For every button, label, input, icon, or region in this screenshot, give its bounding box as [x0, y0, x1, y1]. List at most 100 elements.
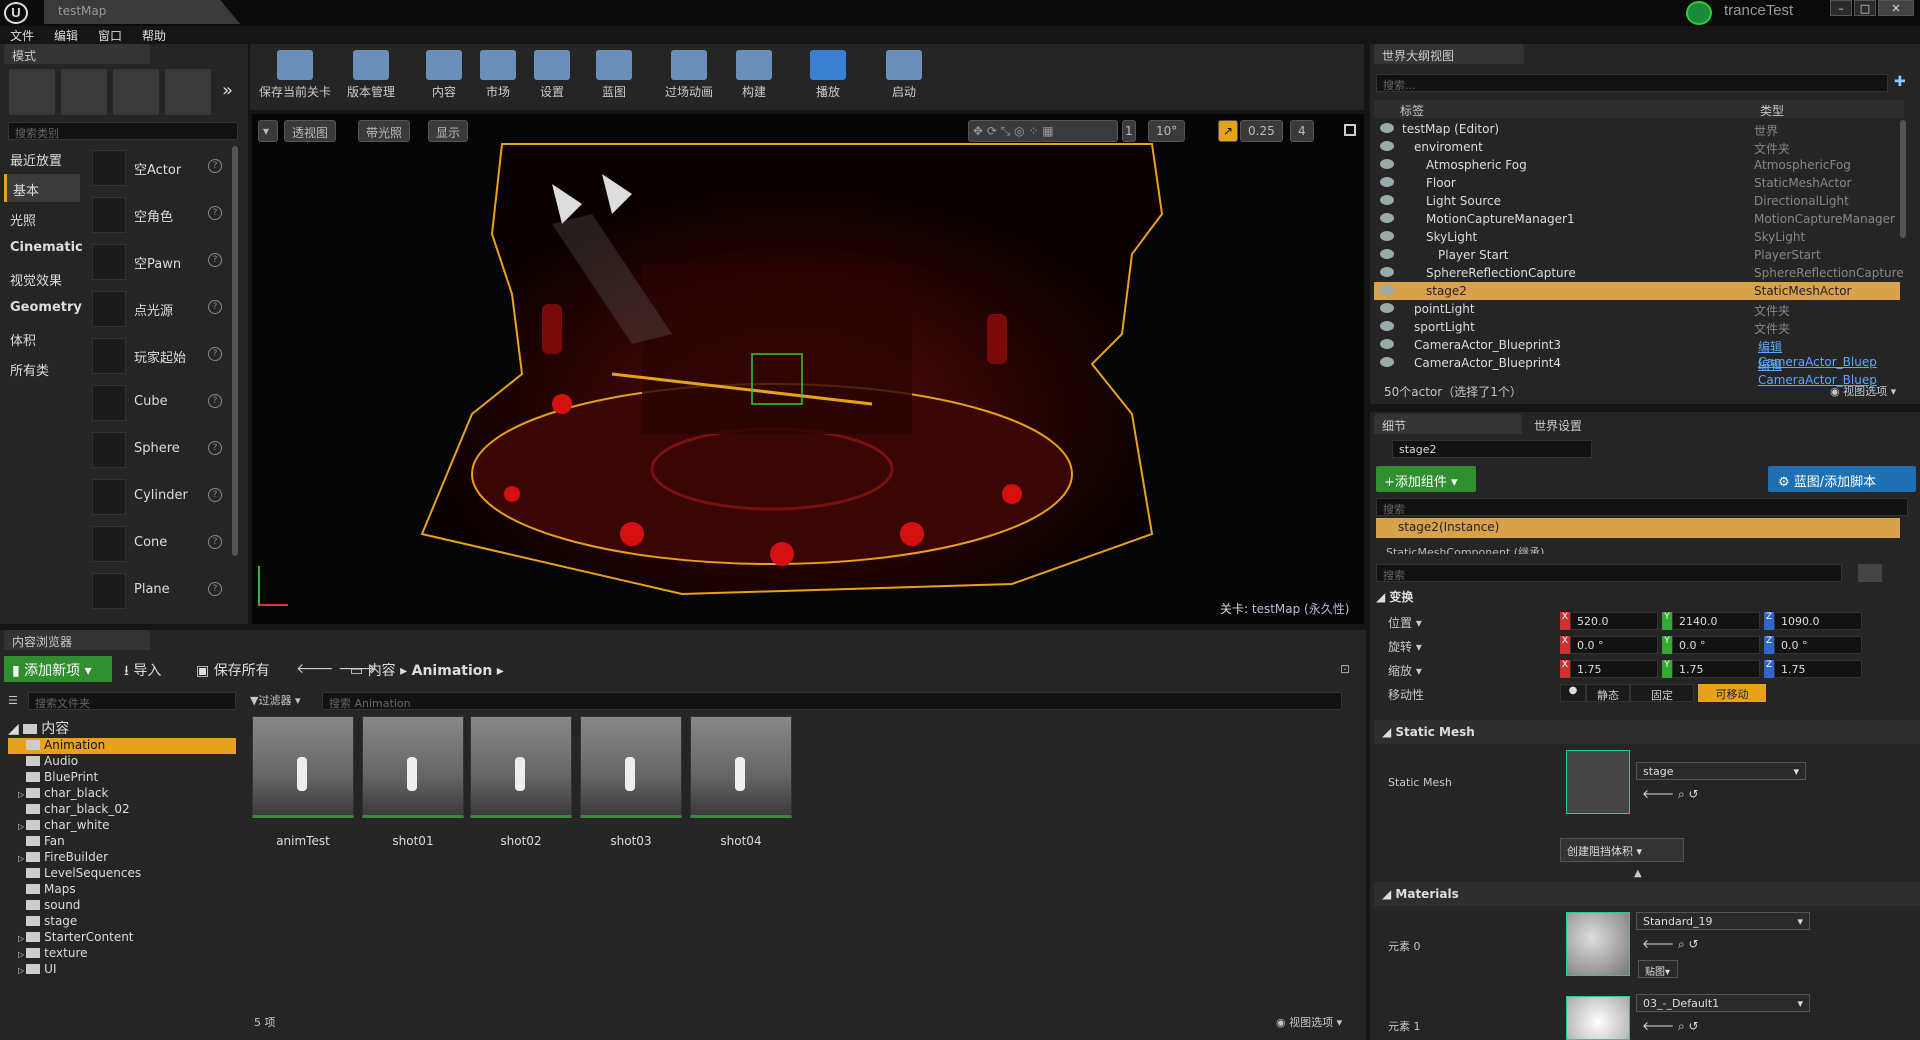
- scale-snap-icon[interactable]: ↗: [1218, 120, 1238, 142]
- world-settings-tab[interactable]: 世界设置: [1526, 414, 1676, 434]
- visibility-eye-icon[interactable]: [1380, 231, 1394, 241]
- material-1-dropdown[interactable]: 03_-_Default1 ▾: [1636, 994, 1810, 1012]
- minimize-button[interactable]: –: [1830, 0, 1852, 16]
- help-icon[interactable]: ?: [208, 206, 222, 220]
- material-0-icons[interactable]: 🡐 ⌕ ↺: [1642, 936, 1699, 952]
- category-visual-effects[interactable]: 视觉效果: [4, 264, 80, 292]
- scale-z-field[interactable]: 1.75: [1774, 660, 1862, 678]
- animation-asset-thumbnail[interactable]: [252, 716, 354, 818]
- scale-label[interactable]: 缩放 ▾: [1388, 662, 1422, 679]
- rotation-x-field[interactable]: 0.0 °: [1570, 636, 1658, 654]
- close-button[interactable]: ✕: [1878, 0, 1914, 16]
- static-radio[interactable]: ●: [1560, 684, 1586, 702]
- animation-asset-thumbnail[interactable]: [470, 716, 572, 818]
- folder-tree-item[interactable]: Maps: [8, 882, 236, 898]
- place-item-point-light[interactable]: 点光源?: [90, 287, 230, 331]
- place-item-cylinder[interactable]: Cylinder?: [90, 475, 230, 519]
- add-actor-icon[interactable]: ✚: [1894, 74, 1906, 90]
- show-flags-button[interactable]: 显示: [428, 120, 469, 142]
- material-0-dropdown[interactable]: Standard_19 ▾: [1636, 912, 1810, 930]
- menu-help[interactable]: 帮助: [132, 26, 176, 44]
- outliner-row[interactable]: SkyLight SkyLight: [1374, 228, 1900, 246]
- import-button[interactable]: ⭳ 导入: [124, 660, 161, 684]
- rotation-z-field[interactable]: 0.0 °: [1774, 636, 1862, 654]
- toolbar-marketplace-button[interactable]: 市场: [470, 46, 526, 106]
- rotation-label[interactable]: 旋转 ▾: [1388, 638, 1422, 655]
- place-item-empty-actor[interactable]: 空Actor?: [90, 146, 230, 190]
- help-icon[interactable]: ?: [208, 300, 222, 314]
- world-outliner-tab[interactable]: 世界大纲视图: [1374, 44, 1524, 64]
- toolbar-source-control-button[interactable]: 版本管理: [334, 46, 408, 106]
- visibility-eye-icon[interactable]: [1380, 141, 1394, 151]
- visibility-eye-icon[interactable]: [1380, 195, 1394, 205]
- toolbar-launch-button[interactable]: 启动: [876, 46, 932, 106]
- help-icon[interactable]: ?: [208, 535, 222, 549]
- breadcrumb-root[interactable]: 内容: [368, 663, 396, 679]
- place-item-cube[interactable]: Cube?: [90, 381, 230, 425]
- toolbar-save-button[interactable]: 保存当前关卡: [258, 46, 332, 106]
- lock-icon[interactable]: ⊡: [1340, 662, 1350, 676]
- outliner-scrollbar[interactable]: [1900, 120, 1906, 238]
- animation-asset-thumbnail[interactable]: [690, 716, 792, 818]
- folder-tree-item[interactable]: sound: [8, 898, 236, 914]
- col-label-header[interactable]: 标签: [1400, 102, 1424, 119]
- add-new-button[interactable]: ▮ 添加新项 ▾: [4, 656, 112, 682]
- folder-tree-item[interactable]: BluePrint: [8, 770, 236, 786]
- menu-edit[interactable]: 编辑: [44, 26, 88, 44]
- visibility-eye-icon[interactable]: [1380, 159, 1394, 169]
- help-icon[interactable]: ?: [208, 159, 222, 173]
- outliner-view-options[interactable]: ◉ 视图选项 ▾: [1830, 383, 1896, 399]
- save-all-button[interactable]: ▣ 保存所有: [196, 660, 270, 680]
- outliner-row[interactable]: stage2 StaticMeshActor: [1374, 282, 1900, 300]
- folder-tree-item[interactable]: Animation: [8, 738, 236, 754]
- modes-tab[interactable]: 模式: [4, 44, 150, 64]
- outliner-row[interactable]: MotionCaptureManager1 MotionCaptureManage…: [1374, 210, 1900, 228]
- maximize-viewport-icon[interactable]: [1344, 124, 1356, 136]
- camera-speed-button[interactable]: 4: [1290, 120, 1314, 142]
- tree-root[interactable]: ◢ 内容: [8, 718, 69, 738]
- expand-arrow-icon[interactable]: ▷: [18, 950, 24, 959]
- paint-mode-icon[interactable]: [60, 68, 108, 116]
- menu-window[interactable]: 窗口: [88, 26, 132, 44]
- category-basic[interactable]: 基本: [4, 174, 80, 202]
- transform-header[interactable]: ◢ 变换: [1376, 588, 1413, 605]
- folder-tree-item[interactable]: ▷ char_white: [8, 818, 236, 834]
- outliner-row[interactable]: enviroment 文件夹: [1374, 138, 1900, 156]
- help-icon[interactable]: ?: [208, 347, 222, 361]
- outliner-row[interactable]: Floor StaticMeshActor: [1374, 174, 1900, 192]
- toolbar-settings-button[interactable]: 设置: [524, 46, 580, 106]
- category-search-input[interactable]: 搜索类别: [8, 122, 238, 140]
- outliner-row[interactable]: SphereReflectionCapture SphereReflectionC…: [1374, 264, 1904, 282]
- visibility-eye-icon[interactable]: [1380, 303, 1394, 313]
- level-viewport[interactable]: [252, 114, 1364, 624]
- outliner-row[interactable]: Atmospheric Fog AtmosphericFog: [1374, 156, 1900, 174]
- folder-tree-item[interactable]: char_black_02: [8, 802, 236, 818]
- filters-button[interactable]: ▼过滤器 ▾: [250, 692, 301, 708]
- category-geometry[interactable]: Geometry: [4, 294, 82, 322]
- outliner-row[interactable]: sportLight 文件夹: [1374, 318, 1900, 336]
- create-blocking-volume-button[interactable]: 创建阻挡体积 ▾: [1560, 838, 1684, 862]
- toolbar-blueprint-button[interactable]: 蓝图: [586, 46, 642, 106]
- material-0-thumbnail[interactable]: [1566, 912, 1630, 976]
- location-z-field[interactable]: 1090.0: [1774, 612, 1862, 630]
- static-mesh-section-header[interactable]: ◢ Static Mesh: [1374, 720, 1920, 744]
- scale-x-field[interactable]: 1.75: [1570, 660, 1658, 678]
- mobility-stationary[interactable]: 固定: [1630, 684, 1694, 702]
- visibility-eye-icon[interactable]: [1380, 177, 1394, 187]
- viewport-options-button[interactable]: ▾: [258, 120, 278, 142]
- help-icon[interactable]: ?: [208, 441, 222, 455]
- foliage-mode-icon[interactable]: [164, 68, 212, 116]
- browse-use-icons[interactable]: 🡐 ⌕ ↺: [1642, 786, 1699, 802]
- mobility-static[interactable]: 静态: [1586, 684, 1630, 702]
- expand-arrow-icon[interactable]: ▷: [18, 790, 24, 799]
- actor-name-input[interactable]: stage2: [1392, 440, 1592, 458]
- toolbar-build-button[interactable]: 构建: [726, 46, 782, 106]
- component-search-input[interactable]: 搜索: [1376, 498, 1908, 516]
- folder-search-input[interactable]: 搜索文件夹: [28, 692, 236, 710]
- expand-arrow-icon[interactable]: ▷: [18, 934, 24, 943]
- help-icon[interactable]: ?: [208, 582, 222, 596]
- col-type-header[interactable]: 类型: [1760, 102, 1784, 119]
- material-1-icons[interactable]: 🡐 ⌕ ↺: [1642, 1018, 1699, 1034]
- blueprint-script-button[interactable]: ⚙ 蓝图/添加脚本: [1768, 466, 1916, 492]
- folder-tree-item[interactable]: ▷ FireBuilder: [8, 850, 236, 866]
